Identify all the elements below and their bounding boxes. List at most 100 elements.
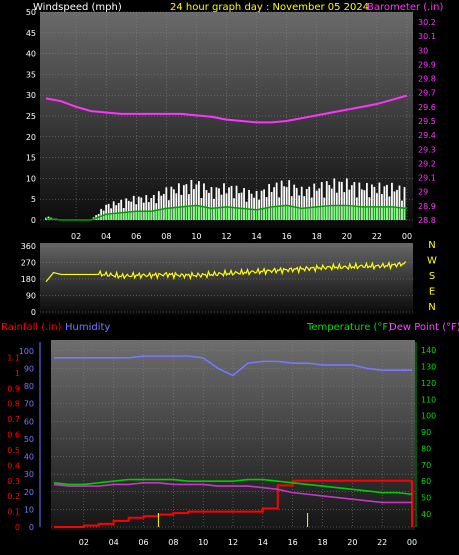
rainfall-tick-label: 1 <box>15 369 20 378</box>
humidity-tick-label: 80 <box>24 382 34 391</box>
barometer-tick-label: 29.6 <box>418 103 436 112</box>
cardinal-label: E <box>429 287 435 298</box>
rainfall-tick-label: 0.5 <box>7 446 20 455</box>
temperature-ticks: 40 50 60 70 80 90 100 110 120 130 140 <box>415 342 436 527</box>
barometer-axis-label: Barometer (.in) <box>367 2 443 13</box>
wind-tick-label: 5 <box>31 195 36 204</box>
dewpoint-label: Dew Point (°F) <box>389 322 459 333</box>
direction-tick-label: 270 <box>21 259 36 268</box>
x-tick-label: 08 <box>161 232 171 241</box>
humidity-tick-label: 0 <box>29 523 34 532</box>
temperature-tick-label: 140 <box>421 346 436 355</box>
x-tick-label: 10 <box>198 538 208 547</box>
temperature-tick-label: 120 <box>421 379 436 388</box>
rainfall-tick-label: 0.6 <box>7 431 20 440</box>
x-tick-label: 14 <box>258 538 268 547</box>
barometer-tick-label: 30.1 <box>418 32 436 41</box>
barometer-tick-label: 28.8 <box>418 216 436 225</box>
wind-axis-label: Windspeed (mph) <box>33 2 122 13</box>
x-tick-label: 22 <box>377 538 387 547</box>
x-tick-label: 16 <box>282 232 292 241</box>
direction-tick-label: 90 <box>26 292 36 301</box>
x-tick-label: 14 <box>251 232 261 241</box>
wind-tick-label: 0 <box>31 216 36 225</box>
wind-tick-label: 30 <box>26 91 36 100</box>
temperature-tick-label: 80 <box>421 444 431 453</box>
humidity-tick-label: 70 <box>24 400 34 409</box>
wind-left-ticks: 0 5 10 15 20 25 30 35 40 45 50 <box>26 8 36 225</box>
barometer-tick-label: 29.9 <box>418 60 436 69</box>
x-tick-label: 02 <box>71 232 81 241</box>
barometer-tick-label: 30 <box>418 46 428 55</box>
temperature-tick-label: 90 <box>421 428 431 437</box>
rainfall-tick-label: 0.1 <box>7 508 20 517</box>
humidity-ticks: 0 10 20 30 40 50 60 70 80 90 100 <box>19 342 41 532</box>
temperature-tick-label: 70 <box>421 461 431 470</box>
humidity-tick-label: 50 <box>24 435 34 444</box>
weather-graph: Windspeed (mph) 24 hour graph day : Nove… <box>1 2 459 547</box>
barometer-tick-label: 29.5 <box>418 117 436 126</box>
barometer-tick-label: 29.4 <box>418 131 436 140</box>
temperature-tick-label: 60 <box>421 477 431 486</box>
barometer-tick-label: 30.2 <box>418 18 436 27</box>
barometer-tick-label: 28.9 <box>418 202 436 211</box>
x-tick-label: 20 <box>347 538 357 547</box>
x-tick-label: 04 <box>101 232 111 241</box>
rainfall-tick-label: 0.8 <box>7 400 20 409</box>
temperature-label: Temperature (°F) <box>306 322 392 333</box>
barometer-tick-label: 29.3 <box>418 145 436 154</box>
x-tick-label: 16 <box>288 538 298 547</box>
x-tick-label: 02 <box>79 538 89 547</box>
cardinal-label: S <box>429 271 435 282</box>
chart-title: 24 hour graph day : November 05 2024 <box>170 2 369 13</box>
direction-tick-label: 360 <box>21 242 36 251</box>
x-tick-label: 18 <box>317 538 327 547</box>
wind-tick-label: 25 <box>26 112 36 121</box>
humidity-tick-label: 90 <box>24 364 34 373</box>
x-tick-label: 18 <box>312 232 322 241</box>
x-tick-label: 06 <box>131 232 141 241</box>
temperature-tick-label: 100 <box>421 412 436 421</box>
x-tick-label: 22 <box>372 232 382 241</box>
temperature-tick-label: 130 <box>421 363 436 372</box>
rainfall-tick-label: 0.9 <box>7 384 20 393</box>
rainfall-tick-label: 0.3 <box>7 477 20 486</box>
humidity-tick-label: 20 <box>24 488 34 497</box>
barometer-tick-label: 29 <box>418 188 428 197</box>
x-tick-label: 20 <box>342 232 352 241</box>
rainfall-ticks: 00.10.20.30.40.50.60.70.80.911.1 <box>7 353 20 532</box>
barometer-tick-label: 29.1 <box>418 174 436 183</box>
humidity-tick-label: 100 <box>19 347 34 356</box>
humidity-label: Humidity <box>65 322 110 333</box>
rainfall-label: Rainfall (.in) <box>1 322 62 333</box>
humidity-tick-label: 40 <box>24 453 34 462</box>
x-tick-label: 12 <box>228 538 238 547</box>
cardinal-label: W <box>427 256 437 267</box>
x-tick-label: 06 <box>138 538 148 547</box>
direction-tick-label: 0 <box>31 308 36 317</box>
temperature-tick-label: 50 <box>421 494 431 503</box>
cardinal-labels: NWSEN <box>427 240 437 313</box>
rainfall-tick-label: 0.4 <box>7 461 20 470</box>
barometer-right-ticks: 28.8 28.9 29 29.1 29.2 29.3 29.4 29.5 29.6 29.7 29… <box>418 18 436 225</box>
wind-x-ticks: 02 04 06 08 10 12 14 16 18 20 22 00 <box>71 232 412 241</box>
rainfall-tick-label: 0.2 <box>7 492 20 501</box>
rainfall-tick-label: 0.7 <box>7 415 20 424</box>
temperature-tick-label: 40 <box>421 510 431 519</box>
wind-tick-label: 40 <box>26 50 36 59</box>
wind-tick-label: 10 <box>26 174 36 183</box>
direction-tick-label: 180 <box>21 275 36 284</box>
humidity-tick-label: 60 <box>24 417 34 426</box>
wind-tick-label: 15 <box>26 154 36 163</box>
cardinal-label: N <box>428 240 435 251</box>
wind-tick-label: 35 <box>26 70 36 79</box>
x-tick-label: 04 <box>109 538 119 547</box>
wind-tick-label: 45 <box>26 29 36 38</box>
cardinal-label: N <box>428 302 435 313</box>
temp-x-ticks: 02 04 06 08 10 12 14 16 18 20 22 00 <box>79 538 417 547</box>
x-tick-label: 10 <box>191 232 201 241</box>
direction-left-ticks: 0 90 180 270 360 <box>21 242 36 317</box>
x-tick-label: 12 <box>221 232 231 241</box>
humidity-tick-label: 30 <box>24 470 34 479</box>
x-tick-label: 00 <box>407 538 417 547</box>
